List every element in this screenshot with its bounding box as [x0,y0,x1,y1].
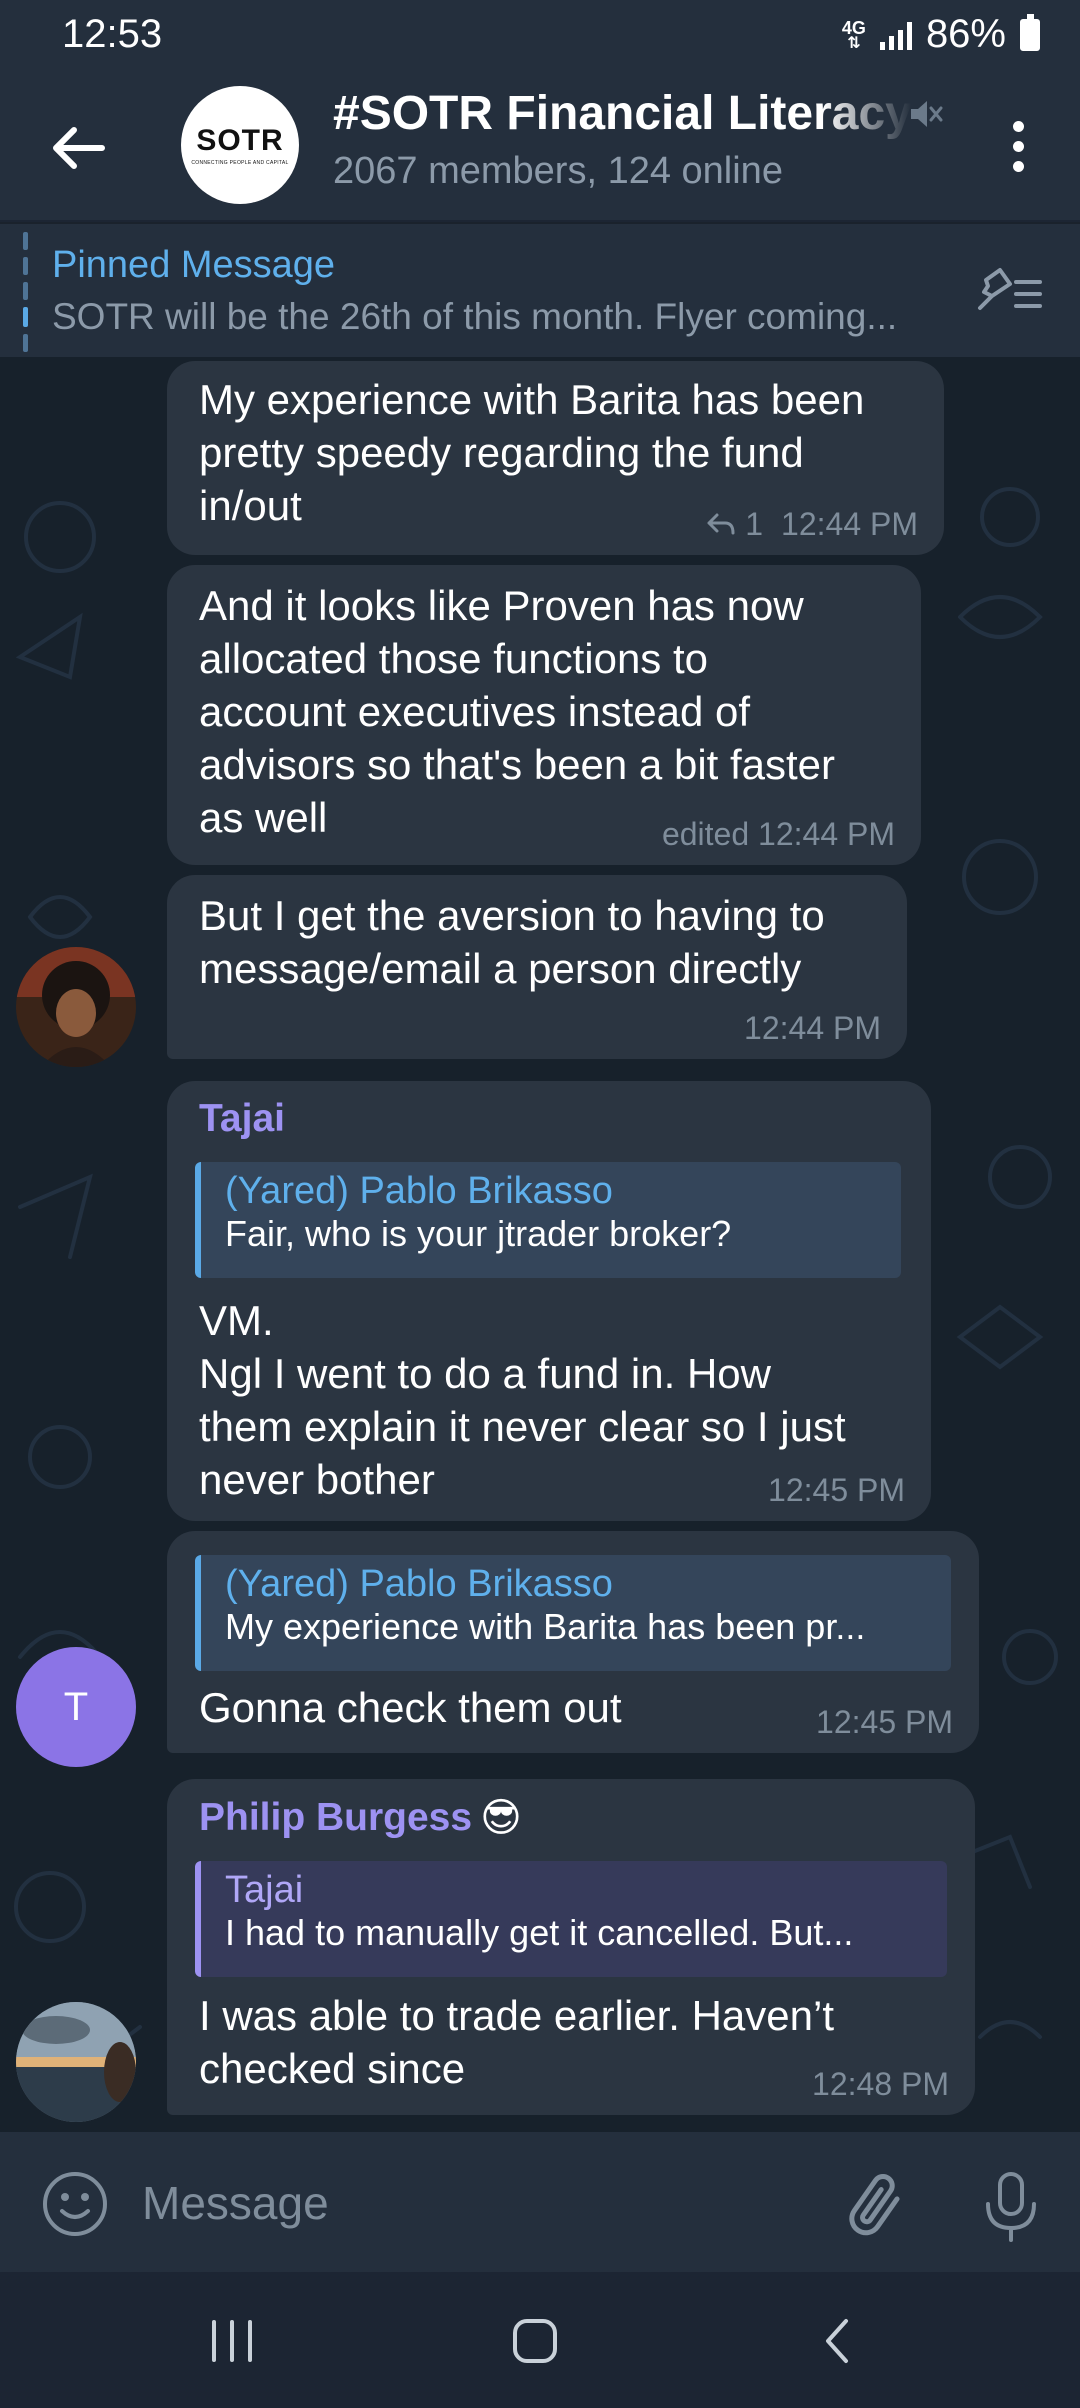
reply-quote[interactable]: (Yared) Pablo Brikasso My experience wit… [195,1555,951,1671]
message-bubble[interactable]: Philip Burgess 😎 Tajai I had to manually… [167,1779,975,2115]
status-bar: 12:53 4G ⇅ 86% [0,0,1080,72]
avatar[interactable]: T [16,1647,136,1767]
message-text: And it looks like Proven has now allocat… [199,582,836,841]
message-composer [0,2132,1080,2272]
message-bubble[interactable]: My experience with Barita has been prett… [167,361,944,555]
user-photo-icon [16,947,136,1067]
quote-sender: (Yared) Pablo Brikasso [225,1170,613,1212]
back-button[interactable] [40,110,116,186]
system-back-button[interactable] [777,2306,897,2376]
reply-count: 1 [745,506,764,542]
sender-row: Philip Burgess 😎 [199,1795,522,1841]
user-photo-icon [16,2002,136,2122]
sender-name[interactable]: Tajai [199,1097,285,1141]
message-text: Gonna check them out [199,1684,622,1731]
message-text: VM. Ngl I went to do a fund in. How them… [199,1297,846,1503]
status-time: 12:53 [62,12,163,56]
message-meta: 12:48 PM [812,2066,949,2103]
message-time: 12:44 PM [781,506,918,542]
pinned-message-bar[interactable]: Pinned Message SOTR will be the 26th of … [0,222,1080,359]
quote-text: I had to manually get it cancelled. But.… [225,1912,854,1953]
battery-percent: 86% [925,12,1006,56]
quote-text: Fair, who is your jtrader broker? [225,1213,732,1254]
arrow-left-icon [53,127,105,169]
message-meta: edited 12:44 PM [662,816,895,853]
network-type: 4G [841,17,866,38]
pinned-list-icon[interactable] [970,262,1046,322]
reply-quote[interactable]: Tajai I had to manually get it cancelled… [195,1861,947,1977]
message-meta: 12:45 PM [768,1472,905,1509]
reply-icon [707,513,735,534]
message-bubble[interactable]: But I get the aversion to having to mess… [167,875,907,1059]
logo-tagline: CONNECTING PEOPLE AND CAPITAL [191,160,289,166]
message-bubble[interactable]: Tajai (Yared) Pablo Brikasso Fair, who i… [167,1081,931,1521]
home-icon [513,2319,557,2363]
emoji-icon[interactable] [40,2169,110,2239]
sunglasses-emoji-icon: 😎 [480,1796,522,1840]
message-bubble[interactable]: And it looks like Proven has now allocat… [167,565,921,865]
recent-apps-button[interactable] [172,2306,292,2376]
avatar-letter: T [63,1684,89,1729]
chat-header: SOTR CONNECTING PEOPLE AND CAPITAL #SOTR… [0,72,1080,220]
signal-icon [879,20,912,50]
home-button[interactable] [475,2306,595,2376]
microphone-icon[interactable] [976,2166,1046,2246]
message-text: But I get the aversion to having to mess… [199,892,825,992]
message-list[interactable]: My experience with Barita has been prett… [0,357,1080,2132]
battery-icon [1020,13,1040,51]
more-options-button[interactable] [986,108,1050,184]
message-input[interactable] [140,2162,804,2244]
logo-text: SOTR [196,124,284,157]
muted-speaker-icon [911,101,943,127]
dot-icon [1012,160,1024,172]
sender-name[interactable]: Philip Burgess [199,1796,472,1840]
system-navigation-bar [0,2272,1080,2408]
message-time: 12:44 PM [744,1010,881,1046]
pinned-text: SOTR will be the 26th of this month. Fly… [52,296,898,337]
quote-sender: (Yared) Pablo Brikasso [225,1563,613,1605]
pinned-indicator [23,232,28,354]
chevron-left-icon [826,2319,848,2363]
quote-sender: Tajai [225,1869,304,1911]
pinned-title: Pinned Message [52,244,336,286]
status-icons: 4G ⇅ 86% [842,12,1040,57]
message-time: 12:48 PM [812,2066,949,2102]
message-text: I was able to trade earlier. Haven’t che… [199,1992,835,2092]
network-icon: 4G ⇅ [841,17,866,52]
quote-text: My experience with Barita has been pr... [225,1606,866,1647]
dot-icon [1012,120,1024,132]
message-meta: 12:44 PM [744,1010,881,1047]
reply-quote[interactable]: (Yared) Pablo Brikasso Fair, who is your… [195,1162,901,1278]
paperclip-icon[interactable] [840,2166,920,2246]
avatar[interactable] [16,2002,136,2122]
chat-title[interactable]: #SOTR Financial Literacy [333,86,933,141]
message-time: edited 12:44 PM [661,816,895,852]
dot-icon [1012,140,1024,152]
message-meta: 1 12:44 PM [705,506,918,543]
group-avatar[interactable]: SOTR CONNECTING PEOPLE AND CAPITAL [181,86,299,204]
avatar[interactable] [16,947,136,1067]
message-bubble[interactable]: (Yared) Pablo Brikasso My experience wit… [167,1531,979,1753]
message-meta: 12:45 PM [816,1704,953,1741]
recent-apps-icon [212,2320,252,2362]
message-time: 12:45 PM [816,1704,953,1740]
message-time: 12:45 PM [768,1472,905,1508]
member-count: 2067 members, 124 online [333,150,783,192]
